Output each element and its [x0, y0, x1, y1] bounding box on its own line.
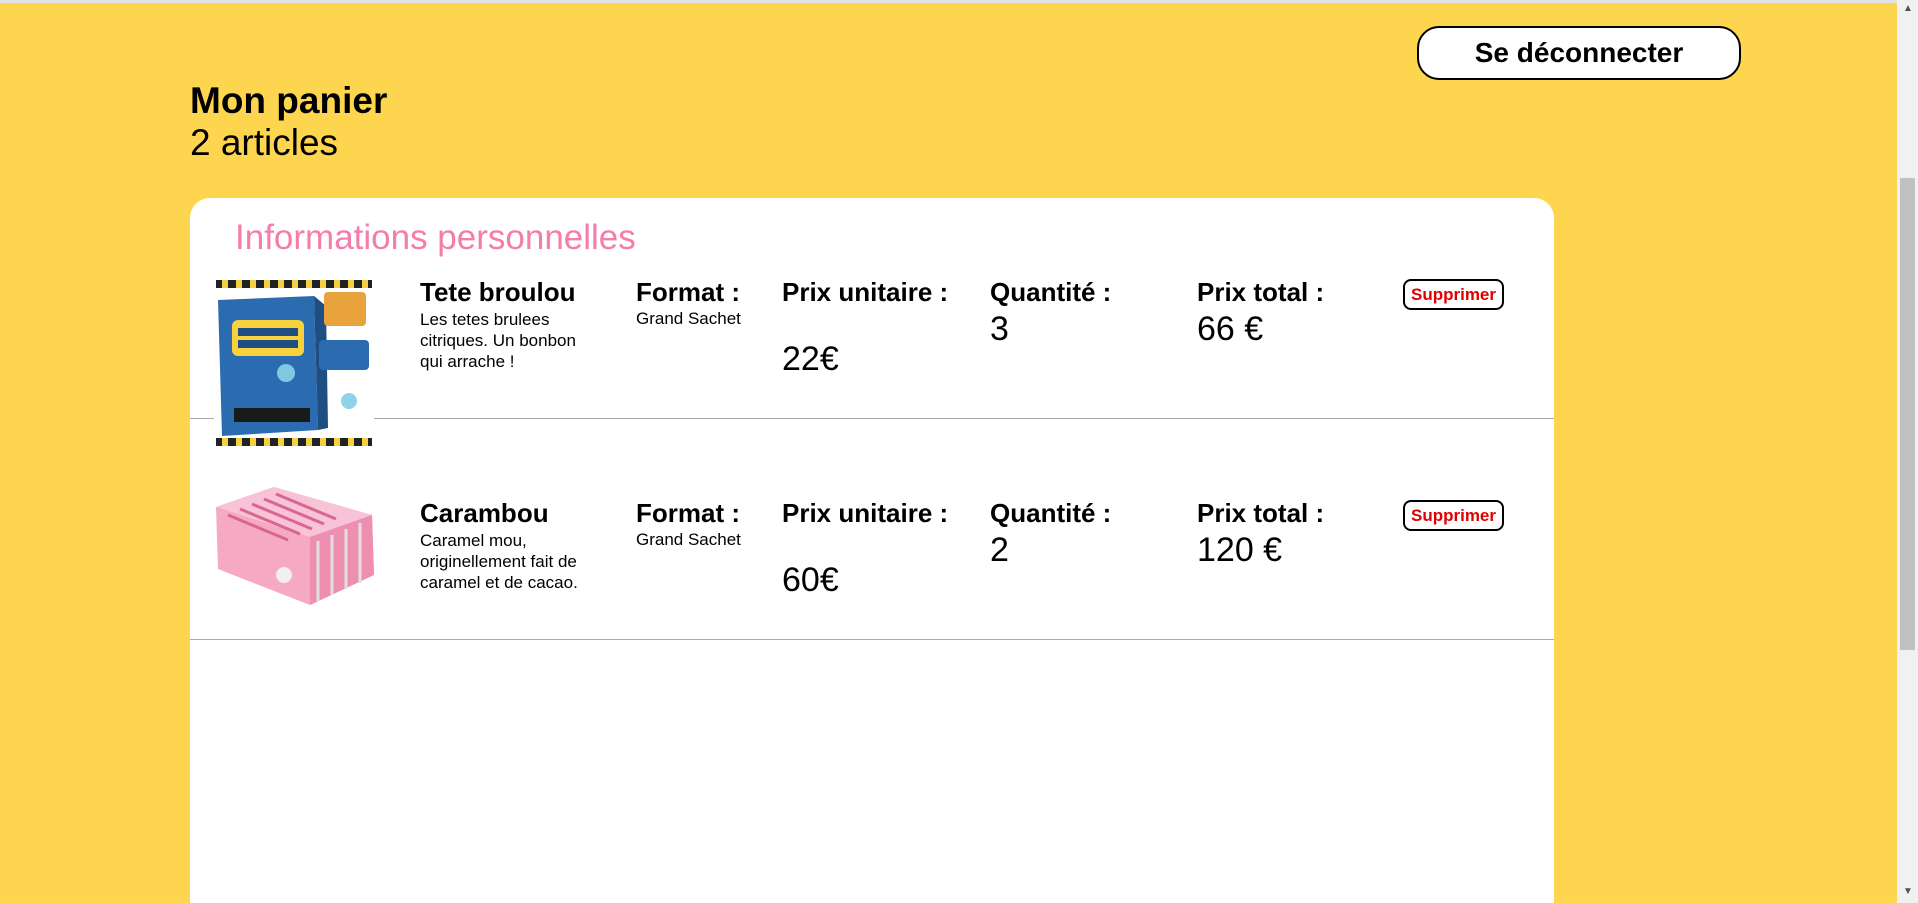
- item-total: 66 €: [1197, 310, 1264, 348]
- cart-item: Tete broulou Les tetes brulees citriques…: [190, 198, 1554, 448]
- scroll-down-arrow-icon[interactable]: ▼: [1903, 886, 1913, 897]
- delete-button[interactable]: Supprimer: [1403, 500, 1504, 531]
- item-format: Grand Sachet: [636, 309, 741, 328]
- quantity-label: Quantité :: [990, 277, 1112, 307]
- delete-button[interactable]: Supprimer: [1403, 279, 1504, 310]
- item-total: 120 €: [1197, 531, 1283, 569]
- top-border: [0, 0, 1897, 3]
- format-label: Format :: [636, 498, 740, 528]
- quantity-label: Quantité :: [990, 498, 1112, 528]
- scroll-up-arrow-icon[interactable]: ▲: [1903, 3, 1913, 14]
- item-unit-price: 22€: [782, 340, 839, 378]
- vertical-scrollbar[interactable]: ▲ ▼: [1897, 0, 1918, 903]
- total-label: Prix total :: [1197, 277, 1325, 307]
- page-title: Mon panier: [190, 80, 388, 121]
- item-name: Carambou: [420, 498, 549, 528]
- cart-item: Carambou Caramel mou, originellement fai…: [190, 419, 1554, 640]
- item-unit-price: 60€: [782, 561, 839, 599]
- unit-price-label: Prix unitaire :: [782, 498, 949, 528]
- carambar-box-image: [214, 457, 374, 627]
- logout-button[interactable]: Se déconnecter: [1417, 26, 1741, 80]
- scrollbar-thumb[interactable]: [1900, 178, 1915, 650]
- item-description: Les tetes brulees citriques. Un bonbon q…: [420, 310, 576, 371]
- cart-panel: Informations personnelles Tete broulou L…: [190, 198, 1554, 903]
- item-quantity: 2: [990, 531, 1009, 569]
- total-label: Prix total :: [1197, 498, 1325, 528]
- item-name: Tete broulou: [420, 277, 576, 307]
- item-quantity: 3: [990, 310, 1009, 348]
- item-format: Grand Sachet: [636, 530, 741, 549]
- item-count: 2 articles: [190, 122, 339, 163]
- item-description: Caramel mou, originellement fait de cara…: [420, 531, 578, 592]
- unit-price-label: Prix unitaire :: [782, 277, 949, 307]
- format-label: Format :: [636, 277, 740, 307]
